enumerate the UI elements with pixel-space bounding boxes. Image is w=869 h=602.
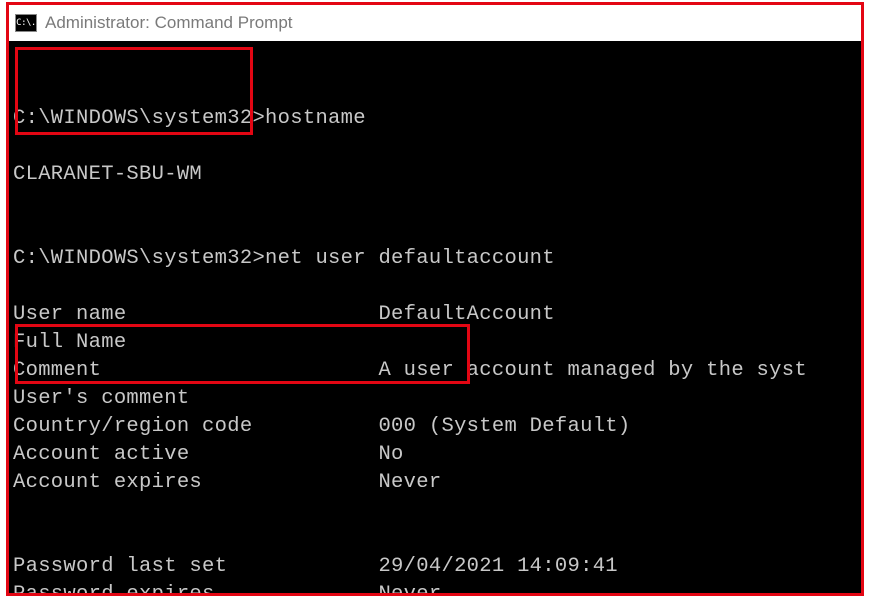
field-row: Password expires Never [13,581,857,593]
field-row: Account active No [13,441,857,469]
field-row: Full Name [13,329,857,357]
field-row: Country/region code 000 (System Default) [13,413,857,441]
cmd-icon: C:\. [15,14,37,32]
prompt-hostname: C:\WINDOWS\system32>hostname [13,105,857,133]
prompt-netuser: C:\WINDOWS\system32>net user defaultacco… [13,245,857,273]
field-row: Comment A user account managed by the sy… [13,357,857,385]
hostname-output: CLARANET-SBU-WM [13,161,857,189]
window-title: Administrator: Command Prompt [45,13,293,33]
window-title-bar[interactable]: C:\. Administrator: Command Prompt [9,5,861,41]
field-row: Account expires Never [13,469,857,497]
field-row: Password last set 29/04/2021 14:09:41 [13,553,857,581]
screenshot-frame: C:\. Administrator: Command Prompt C:\WI… [6,2,864,596]
field-row: User's comment [13,385,857,413]
field-row: User name DefaultAccount [13,301,857,329]
terminal-output[interactable]: C:\WINDOWS\system32>hostname CLARANET-SB… [9,41,861,593]
